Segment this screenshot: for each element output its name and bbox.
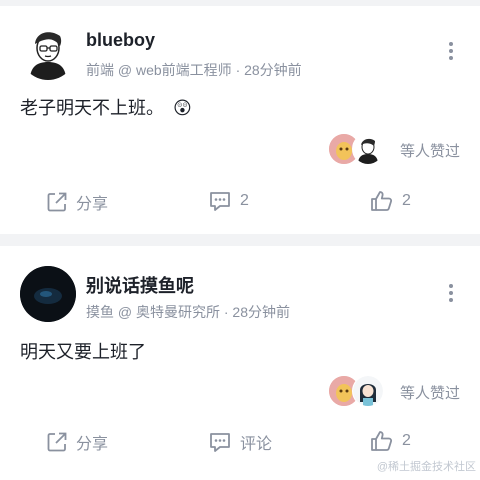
more-options-icon[interactable] bbox=[448, 284, 454, 304]
liker-avatar bbox=[352, 375, 384, 407]
comment-icon bbox=[210, 433, 230, 452]
comment-button[interactable]: 2 bbox=[208, 190, 249, 212]
comment-label: 评论 bbox=[240, 436, 273, 453]
liked-by-text[interactable]: 等人赞过 bbox=[400, 382, 460, 403]
thumbs-up-icon bbox=[371, 191, 393, 211]
author-name[interactable]: 别说话摸鱼呢 bbox=[86, 272, 194, 298]
author-meta: 摸鱼 @ 奥特曼研究所 · 28分钟前 bbox=[86, 304, 291, 320]
like-count: 2 bbox=[402, 192, 411, 209]
like-button[interactable]: 2 bbox=[370, 430, 411, 452]
liker-anime-girl-icon bbox=[353, 376, 383, 406]
thumbs-up-icon bbox=[371, 431, 393, 451]
post-content: 老子明天不上班。 😲 bbox=[20, 94, 192, 120]
share-button[interactable]: 分享 bbox=[46, 430, 108, 454]
author-avatar[interactable] bbox=[20, 266, 76, 322]
share-label: 分享 bbox=[76, 196, 109, 213]
emoji: 😲 bbox=[173, 98, 192, 118]
post-content: 明天又要上班了 bbox=[20, 342, 146, 362]
liked-by-text[interactable]: 等人赞过 bbox=[400, 140, 460, 161]
post-text: 老子明天不上班。 bbox=[20, 98, 164, 118]
author-avatar[interactable] bbox=[20, 24, 76, 80]
liker-cartoon-boy-icon bbox=[353, 134, 383, 164]
avatar-cartoon-boy-icon bbox=[20, 24, 76, 80]
share-icon bbox=[47, 192, 67, 212]
liker-avatars[interactable] bbox=[328, 375, 388, 407]
comment-icon bbox=[210, 192, 230, 211]
like-count: 2 bbox=[402, 432, 411, 449]
avatar-dark-photo-icon bbox=[20, 266, 76, 322]
more-options-icon[interactable] bbox=[448, 42, 454, 62]
watermark: @稀土掘金技术社区 bbox=[376, 461, 476, 473]
liker-avatar bbox=[352, 133, 384, 165]
share-label: 分享 bbox=[76, 436, 109, 453]
comment-button[interactable]: 评论 bbox=[208, 430, 272, 454]
author-meta: 前端 @ web前端工程师 · 28分钟前 bbox=[86, 62, 302, 78]
post-card: blueboy 前端 @ web前端工程师 · 28分钟前 老子明天不上班。 😲… bbox=[0, 6, 480, 234]
liker-avatars[interactable] bbox=[328, 133, 388, 165]
post-card: 别说话摸鱼呢 摸鱼 @ 奥特曼研究所 · 28分钟前 明天又要上班了 等人赞过 bbox=[0, 246, 480, 480]
share-icon bbox=[47, 432, 67, 452]
like-button[interactable]: 2 bbox=[370, 190, 411, 212]
author-name[interactable]: blueboy bbox=[86, 30, 155, 51]
share-button[interactable]: 分享 bbox=[46, 190, 108, 214]
comment-count: 2 bbox=[240, 192, 249, 209]
